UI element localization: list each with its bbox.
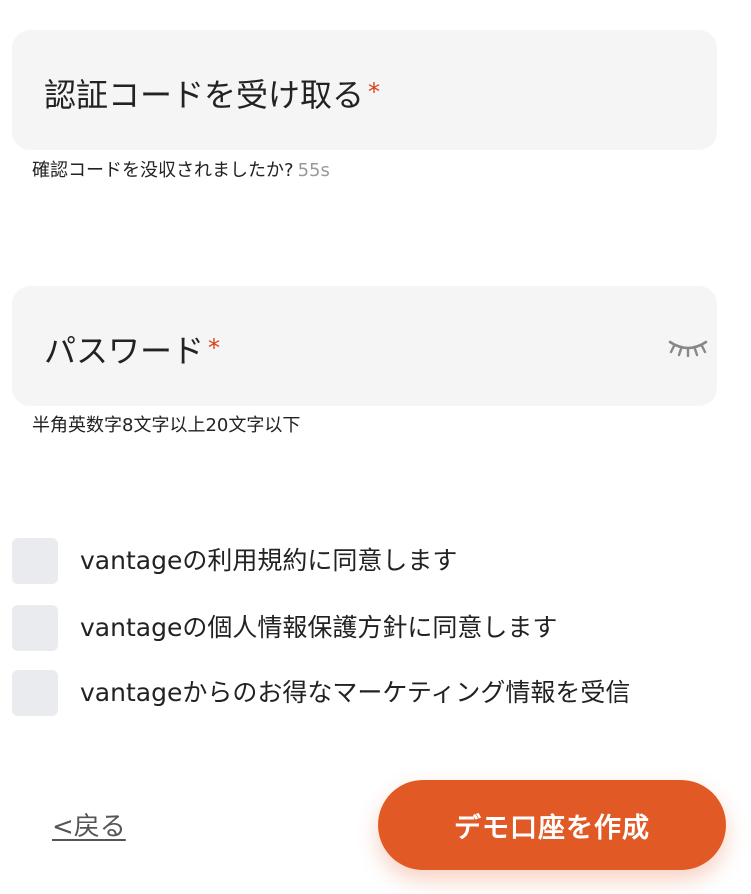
required-asterisk: *: [208, 334, 221, 362]
terms-checkbox[interactable]: [12, 538, 58, 584]
consent-marketing-row[interactable]: vantageからのお得なマーケティング情報を受信: [12, 670, 732, 716]
privacy-label[interactable]: vantageの個人情報保護方針に同意します: [80, 613, 557, 643]
resend-countdown: 55s: [297, 160, 330, 181]
verification-helper: 確認コードを没収されましたか? 55s: [32, 160, 330, 182]
verification-code-label: 認証コードを受け取る *: [44, 74, 380, 113]
eye-closed-icon[interactable]: [667, 336, 709, 358]
password-field[interactable]: パスワード *: [12, 286, 717, 406]
password-helper: 半角英数字8文字以上20文字以下: [32, 415, 301, 436]
verification-code-label-text: 認証コードを受け取る: [44, 76, 365, 114]
back-link[interactable]: <戻る: [52, 812, 126, 842]
privacy-checkbox[interactable]: [12, 605, 58, 651]
consent-privacy-row[interactable]: vantageの個人情報保護方針に同意します: [12, 605, 732, 651]
required-asterisk: *: [368, 78, 381, 106]
password-label: パスワード *: [44, 330, 220, 369]
password-label-text: パスワード: [44, 332, 205, 370]
terms-label[interactable]: vantageの利用規約に同意します: [80, 546, 457, 576]
create-demo-account-button[interactable]: デモ口座を作成: [378, 780, 726, 870]
consent-terms-row[interactable]: vantageの利用規約に同意します: [12, 538, 732, 584]
verification-code-field[interactable]: 認証コードを受け取る *: [12, 30, 717, 150]
marketing-label[interactable]: vantageからのお得なマーケティング情報を受信: [80, 678, 630, 708]
verification-helper-text: 確認コードを没収されましたか?: [32, 160, 294, 181]
marketing-checkbox[interactable]: [12, 670, 58, 716]
